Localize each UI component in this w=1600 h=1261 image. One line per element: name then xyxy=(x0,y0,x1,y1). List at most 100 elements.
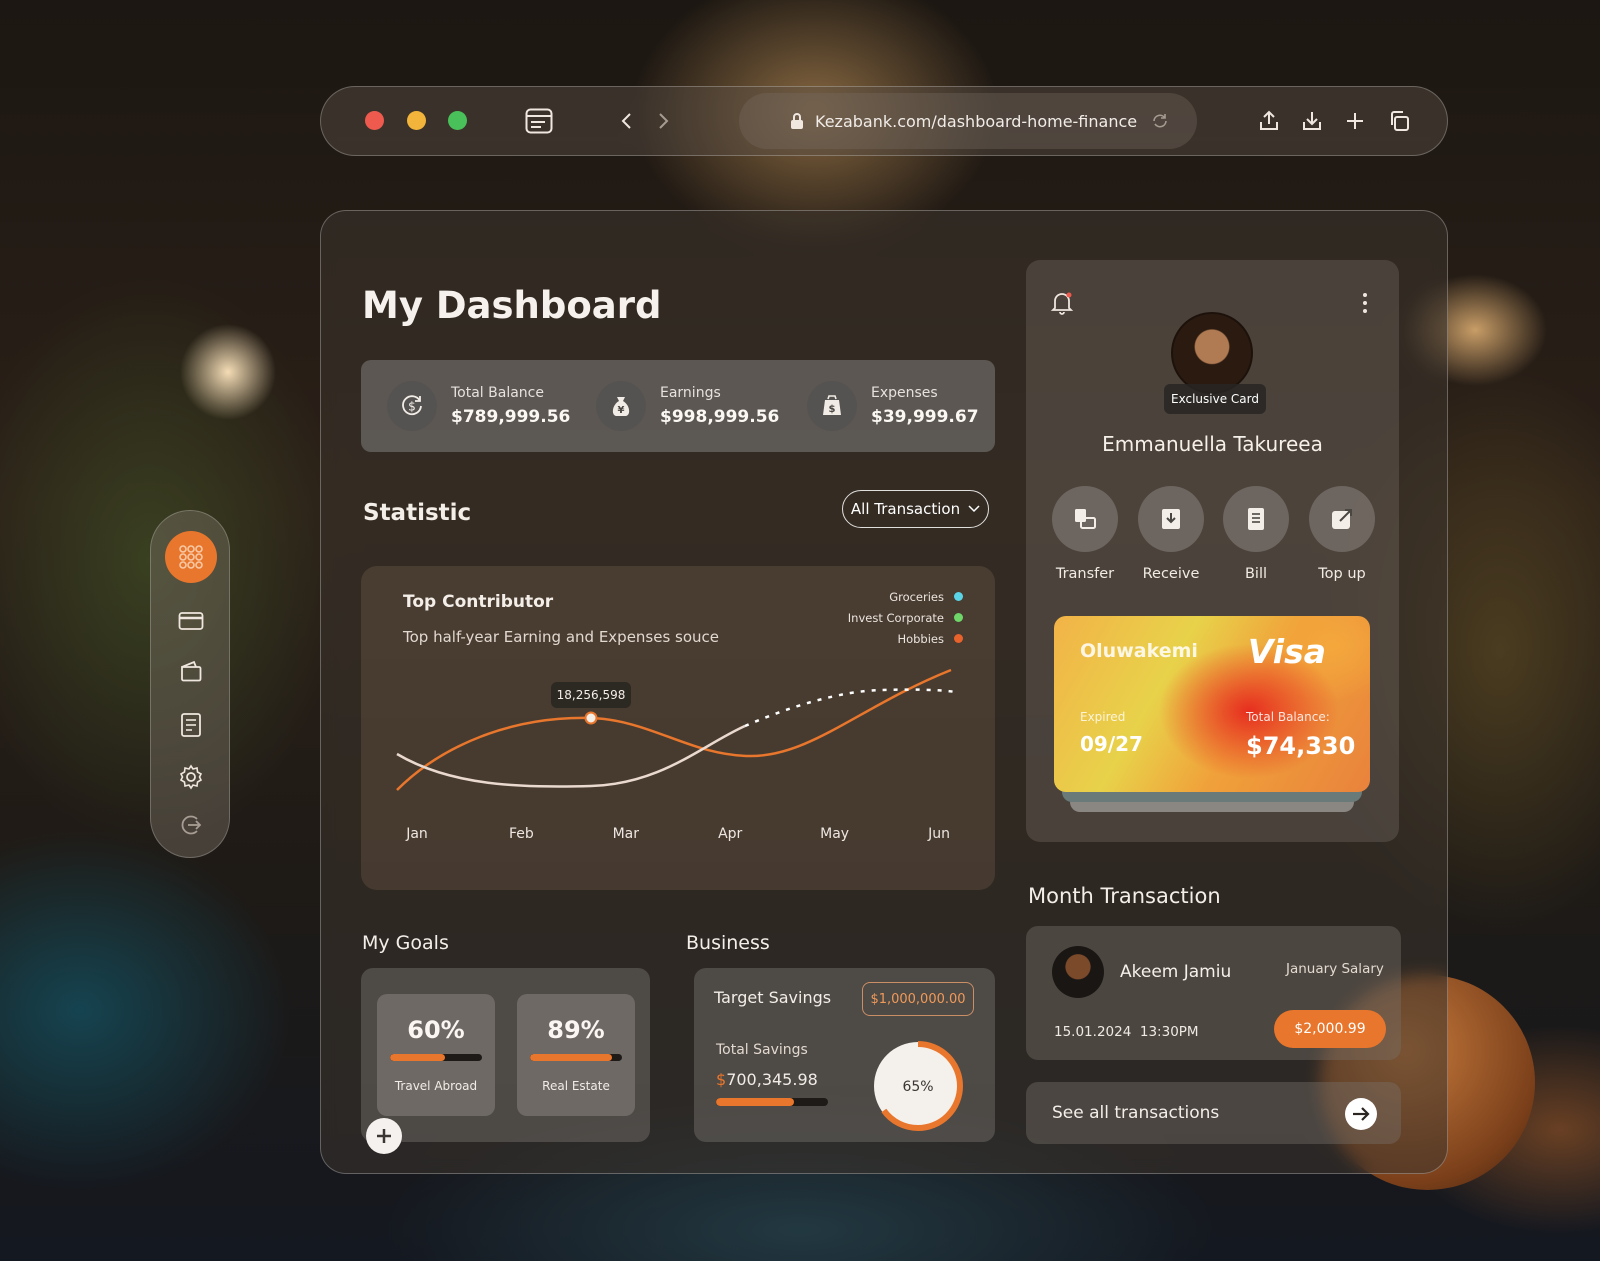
action-label: Receive xyxy=(1142,566,1200,582)
statistic-heading: Statistic xyxy=(363,500,472,526)
more-options-icon[interactable] xyxy=(1362,292,1368,314)
transaction-filter-dropdown[interactable]: All Transaction xyxy=(842,490,989,528)
reload-icon[interactable] xyxy=(1151,112,1169,130)
card-holder-name: Oluwakemi xyxy=(1080,640,1198,662)
url-text: Kezabank.com/dashboard-home-finance xyxy=(815,111,1138,131)
transaction-type: January Salary xyxy=(1286,961,1384,977)
goal-percent: 60% xyxy=(407,1016,465,1044)
nav-cards[interactable] xyxy=(165,595,217,647)
summary-earnings: ¥ Earnings $998,999.56 xyxy=(596,378,779,434)
transaction-item[interactable]: Akeem Jamiu January Salary 15.01.2024 13… xyxy=(1026,926,1401,1060)
target-savings-label: Target Savings xyxy=(714,988,832,1007)
card-balance-label: Total Balance: xyxy=(1246,710,1330,724)
profile-name: Emmanuella Takureea xyxy=(1102,432,1323,456)
window-close-button[interactable] xyxy=(365,111,384,130)
highlight-point xyxy=(584,711,598,725)
profile-avatar xyxy=(1171,312,1253,394)
nav-reports[interactable] xyxy=(165,699,217,751)
svg-text:$: $ xyxy=(408,400,416,414)
goal-label: Travel Abroad xyxy=(394,1079,478,1093)
transaction-avatar xyxy=(1052,946,1104,998)
dollar-cycle-icon: $ xyxy=(387,381,437,431)
window-maximize-button[interactable] xyxy=(448,111,467,130)
download-icon[interactable] xyxy=(1296,105,1328,137)
goal-real-estate[interactable]: 89% Real Estate xyxy=(517,994,635,1116)
series-line-orange xyxy=(396,668,952,791)
action-label: Bill xyxy=(1244,566,1268,582)
nav-dashboard[interactable] xyxy=(165,531,217,583)
wallet-icon xyxy=(181,660,202,682)
total-savings-amount: 700,345.98 xyxy=(726,1070,818,1089)
goals-card: 60% Travel Abroad 89% Real Estate xyxy=(361,968,650,1142)
month-transaction-heading: Month Transaction xyxy=(1028,884,1221,908)
bill-button[interactable]: Bill xyxy=(1223,486,1289,582)
address-bar[interactable]: Kezabank.com/dashboard-home-finance xyxy=(739,93,1197,149)
goal-label: Real Estate xyxy=(542,1079,610,1093)
goal-travel-abroad[interactable]: 60% Travel Abroad xyxy=(377,994,495,1116)
dollar-bag-icon: $ xyxy=(807,381,857,431)
target-savings-value: $1,000,000.00 xyxy=(862,982,974,1016)
transfer-icon xyxy=(1052,486,1118,552)
goal-progress-track xyxy=(390,1054,482,1061)
x-tick-label: May xyxy=(820,826,849,842)
card-balance: $74,330 xyxy=(1246,732,1356,760)
total-savings-currency: $ xyxy=(716,1070,727,1089)
chart-plot: 18,256,598 Jan Feb Mar Apr May Jun xyxy=(396,668,957,842)
savings-progress-track xyxy=(716,1098,828,1106)
transfer-button[interactable]: Transfer xyxy=(1052,486,1118,582)
chevron-down-icon xyxy=(968,505,980,513)
nav-wallet[interactable] xyxy=(165,645,217,697)
top-up-button[interactable]: Top up xyxy=(1309,486,1375,582)
sidebar-toggle-icon[interactable] xyxy=(523,105,555,137)
exclusive-card-badge: Exclusive Card xyxy=(1164,384,1266,414)
top-contributor-chart: Top Contributor Top half-year Earning an… xyxy=(361,566,995,890)
total-savings-value: $700,345.98 xyxy=(716,1070,818,1089)
credit-card-icon xyxy=(178,612,204,630)
back-icon[interactable] xyxy=(611,105,643,137)
transaction-datetime: 15.01.2024 13:30PM xyxy=(1054,1024,1199,1040)
see-all-transactions-button[interactable]: See all transactions xyxy=(1026,1082,1401,1144)
action-label: Top up xyxy=(1318,566,1366,582)
nav-settings[interactable] xyxy=(165,751,217,803)
share-icon[interactable] xyxy=(1253,105,1285,137)
summary-value: $39,999.67 xyxy=(871,407,979,427)
x-tick-label: Jun xyxy=(927,826,950,842)
add-goal-button[interactable] xyxy=(366,1118,402,1154)
summary-value: $789,999.56 xyxy=(451,407,571,427)
goal-progress-track xyxy=(530,1054,622,1061)
visa-card[interactable]: Oluwakemi Visa Expired 09/27 Total Balan… xyxy=(1054,616,1370,792)
tab-overview-icon[interactable] xyxy=(1383,105,1415,137)
business-heading: Business xyxy=(686,932,770,954)
side-navigation xyxy=(150,510,230,858)
x-tick-label: Jan xyxy=(405,826,428,842)
x-tick-label: Mar xyxy=(613,826,640,842)
nav-logout[interactable] xyxy=(165,799,217,851)
svg-text:$: $ xyxy=(829,404,836,415)
window-minimize-button[interactable] xyxy=(407,111,426,130)
receive-button[interactable]: Receive xyxy=(1138,486,1204,582)
business-card: Target Savings $1,000,000.00 Total Savin… xyxy=(694,968,995,1142)
logout-icon xyxy=(181,815,202,835)
forward-icon[interactable] xyxy=(647,105,679,137)
savings-ring: 65% xyxy=(873,1041,963,1131)
x-tick-label: Feb xyxy=(509,826,534,842)
lock-icon xyxy=(791,113,803,129)
transaction-name: Akeem Jamiu xyxy=(1120,962,1232,982)
receive-icon xyxy=(1138,486,1204,552)
bill-icon xyxy=(1223,486,1289,552)
gear-icon xyxy=(179,764,203,790)
card-expiry: 09/27 xyxy=(1080,732,1143,756)
balance-summary: $ Total Balance $789,999.56 ¥ Earnings $… xyxy=(361,360,995,452)
plus-icon xyxy=(377,1129,391,1143)
visa-logo: Visa xyxy=(1247,632,1326,671)
new-tab-icon[interactable] xyxy=(1339,105,1371,137)
x-tick-label: Apr xyxy=(718,826,742,842)
total-savings-label: Total Savings xyxy=(716,1042,808,1058)
top-up-icon xyxy=(1309,486,1375,552)
goals-heading: My Goals xyxy=(362,932,449,954)
ring-percent: 65% xyxy=(902,1079,933,1095)
summary-value: $998,999.56 xyxy=(660,407,780,427)
document-icon xyxy=(181,713,201,737)
bell-icon[interactable] xyxy=(1050,290,1074,316)
goal-progress-fill xyxy=(390,1054,446,1061)
